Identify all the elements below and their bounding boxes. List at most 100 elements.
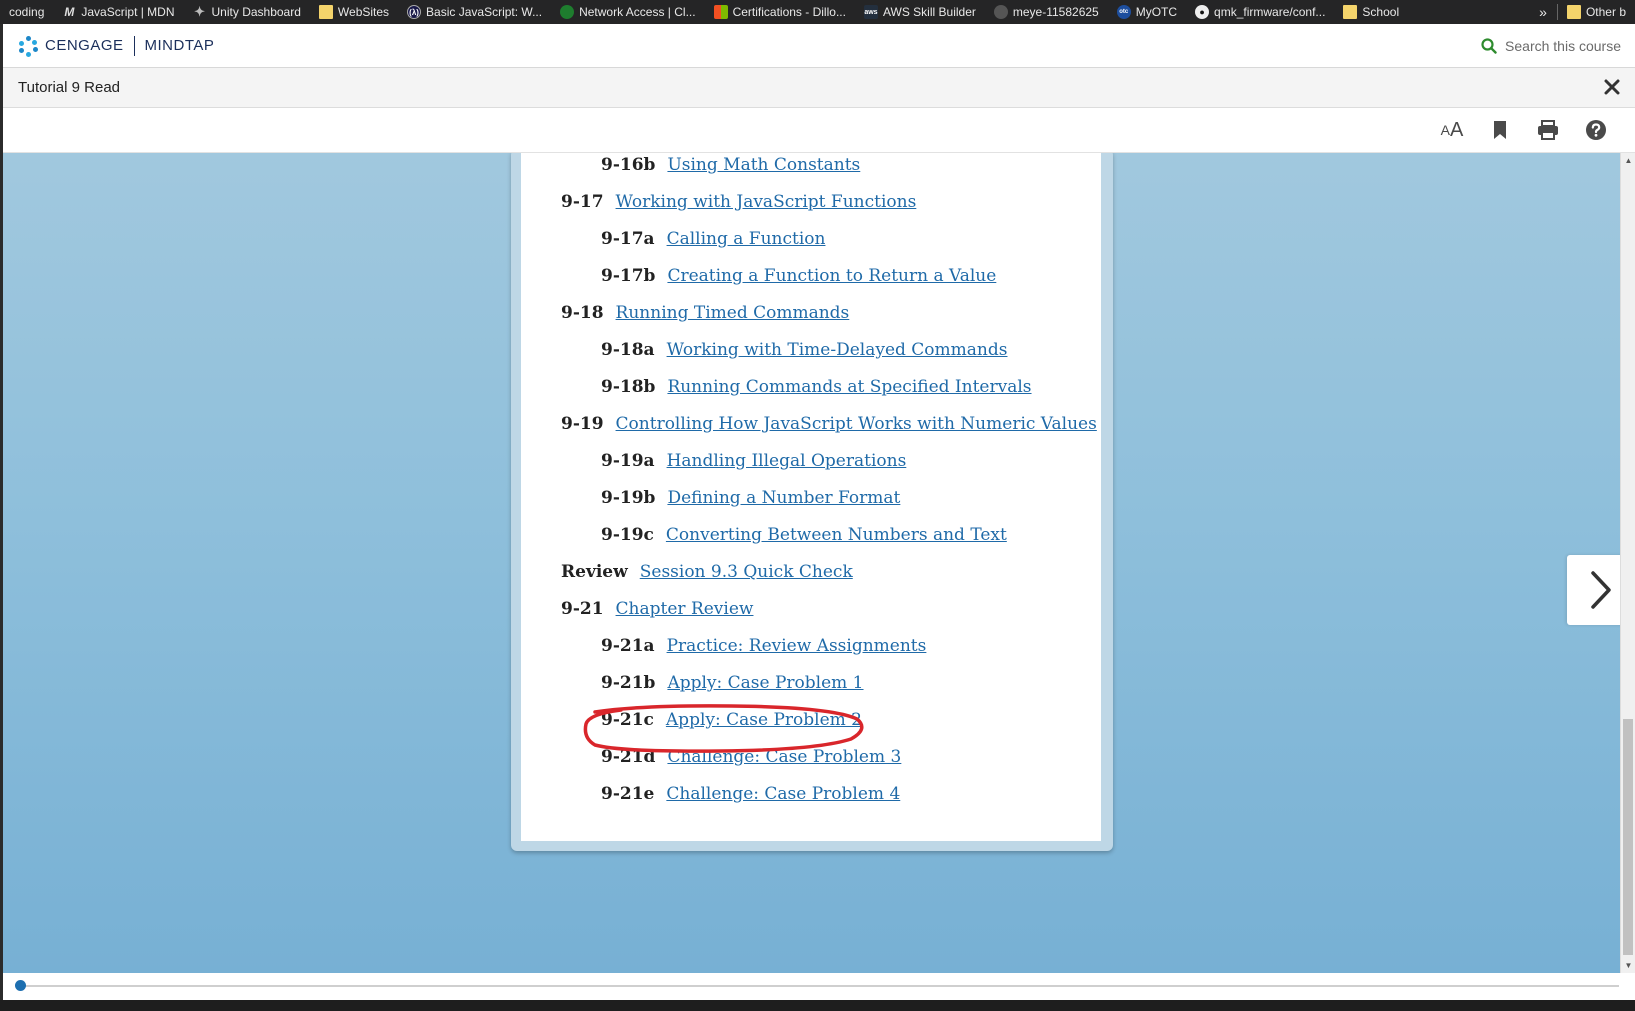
toc-entry: 9-17 Working with JavaScript Functions xyxy=(561,192,916,212)
toc-entry: 9-21b Apply: Case Problem 1 xyxy=(601,673,864,693)
activity-title: Tutorial 9 Read xyxy=(18,79,120,96)
toc-link[interactable]: Practice: Review Assignments xyxy=(667,636,927,656)
toc-number: 9-17 xyxy=(561,192,604,212)
toc-number: 9-19 xyxy=(561,414,604,434)
scroll-up-arrow-icon[interactable]: ▲ xyxy=(1621,153,1635,168)
toc-number: 9-21d xyxy=(601,747,656,767)
close-icon xyxy=(1604,79,1620,94)
progress-handle[interactable] xyxy=(15,980,26,991)
brand[interactable]: CENGAGE MINDTAP xyxy=(17,35,214,57)
folder-icon xyxy=(318,5,333,19)
toc-link[interactable]: Defining a Number Format xyxy=(667,488,900,508)
toc-number: 9-21b xyxy=(601,673,656,693)
toc-link[interactable]: Working with Time-Delayed Commands xyxy=(667,340,1008,360)
bookmark-label: Network Access | Cl... xyxy=(579,5,696,19)
help-icon xyxy=(1586,120,1606,140)
aws-icon: aws xyxy=(863,5,878,19)
app-header: CENGAGE MINDTAP Search this course xyxy=(3,24,1635,68)
brand-name: CENGAGE xyxy=(45,37,124,54)
toc-entry: 9-21d Challenge: Case Problem 3 xyxy=(601,747,901,767)
mdn-icon: M xyxy=(64,5,75,19)
bookmarks-more-button[interactable]: » xyxy=(1529,4,1557,20)
scroll-down-arrow-icon[interactable]: ▼ xyxy=(1621,958,1635,973)
toc-number: 9-21e xyxy=(601,784,655,804)
page-content: 9-16b Using Math Constants 9-17 Working wi… xyxy=(521,153,1101,841)
toc-number: 9-21 xyxy=(561,599,604,619)
bookmark-qmk[interactable]: ● qmk_firmware/conf... xyxy=(1186,0,1334,24)
toc-link[interactable]: Apply: Case Problem 1 xyxy=(667,673,863,693)
chevron-right-icon xyxy=(1591,571,1611,609)
bookmark-certifications[interactable]: Certifications - Dillo... xyxy=(705,0,855,24)
bookmark-network-access[interactable]: Network Access | Cl... xyxy=(551,0,704,24)
toc-link[interactable]: Calling a Function xyxy=(667,229,826,249)
toc-number: 9-18 xyxy=(561,303,604,323)
print-button[interactable] xyxy=(1535,117,1561,143)
text-size-button[interactable]: AA xyxy=(1439,117,1465,143)
github-icon: ● xyxy=(1195,5,1210,19)
toc-link[interactable]: Running Commands at Specified Intervals xyxy=(667,377,1031,397)
search-icon xyxy=(1481,37,1497,54)
user-icon xyxy=(993,5,1008,19)
bookmarks-bar: coding M JavaScript | MDN ✦ Unity Dashboar… xyxy=(0,0,1635,24)
page-card: 9-16b Using Math Constants 9-17 Working wi… xyxy=(511,153,1113,851)
toc-link[interactable]: Challenge: Case Problem 4 xyxy=(666,784,900,804)
toc-entry: 9-18 Running Timed Commands xyxy=(561,303,849,323)
toc-number: 9-17b xyxy=(601,266,656,286)
toc-link[interactable]: Working with JavaScript Functions xyxy=(616,192,917,212)
toc-number: 9-17a xyxy=(601,229,655,249)
bookmark-button[interactable] xyxy=(1487,117,1513,143)
toc-entry: 9-18a Working with Time-Delayed Commands xyxy=(601,340,1007,360)
toc-link[interactable]: Creating a Function to Return a Value xyxy=(667,266,996,286)
bookmark-label: Basic JavaScript: W... xyxy=(426,5,543,19)
bookmark-myotc[interactable]: otc MyOTC xyxy=(1108,0,1186,24)
toc-number: 9-19a xyxy=(601,451,655,471)
activity-title-bar: Tutorial 9 Read xyxy=(3,68,1635,108)
progress-track xyxy=(19,985,1619,987)
toc-number: 9-21a xyxy=(601,636,655,656)
scrollbar-thumb[interactable] xyxy=(1623,719,1633,955)
vertical-scrollbar[interactable]: ▲ ▼ xyxy=(1620,153,1635,973)
bookmark-label: JavaScript | MDN xyxy=(81,5,175,19)
toc-link[interactable]: Session 9.3 Quick Check xyxy=(640,562,853,582)
otc-icon: otc xyxy=(1116,5,1131,19)
bookmark-label: qmk_firmware/conf... xyxy=(1214,5,1326,19)
toc-entry: 9-17a Calling a Function xyxy=(601,229,825,249)
bookmark-school[interactable]: School xyxy=(1334,0,1408,24)
toc-link[interactable]: Challenge: Case Problem 3 xyxy=(667,747,901,767)
toc-entry: 9-19b Defining a Number Format xyxy=(601,488,900,508)
toc-link[interactable]: Apply: Case Problem 2 xyxy=(666,710,862,730)
course-search[interactable]: Search this course xyxy=(1481,38,1621,54)
toc-link[interactable]: Chapter Review xyxy=(616,599,754,619)
toc-link[interactable]: Handling Illegal Operations xyxy=(667,451,907,471)
bookmark-unity[interactable]: ✦ Unity Dashboard xyxy=(184,0,310,24)
bookmark-basic-javascript[interactable]: (λ) Basic JavaScript: W... xyxy=(398,0,551,24)
toc-entry: 9-21e Challenge: Case Problem 4 xyxy=(601,784,900,804)
bookmark-label: AWS Skill Builder xyxy=(882,5,976,19)
help-button[interactable] xyxy=(1583,117,1609,143)
text-size-small-glyph: A xyxy=(1440,122,1450,138)
toc-link[interactable]: Converting Between Numbers and Text xyxy=(666,525,1007,545)
product-name: MINDTAP xyxy=(144,37,215,54)
cengage-logo-icon xyxy=(17,35,39,57)
toc-entry: 9-16b Using Math Constants xyxy=(601,155,860,175)
close-button[interactable] xyxy=(1604,77,1620,99)
bookmark-coding[interactable]: coding xyxy=(0,0,53,24)
folder-icon xyxy=(1343,5,1358,19)
bookmark-other[interactable]: Other b xyxy=(1558,0,1635,24)
bookmark-websites[interactable]: WebSites xyxy=(310,0,398,24)
toc-link[interactable]: Using Math Constants xyxy=(667,155,860,175)
toc-link[interactable]: Running Timed Commands xyxy=(616,303,850,323)
search-input[interactable]: Search this course xyxy=(1505,38,1621,54)
bookmark-label: WebSites xyxy=(337,5,390,19)
reader-toolbar: AA xyxy=(3,108,1635,153)
toc-number: 9-18b xyxy=(601,377,656,397)
bookmark-mdn[interactable]: M JavaScript | MDN xyxy=(53,0,183,24)
bookmark-label: School xyxy=(1362,5,1400,19)
toc-entry: 9-21 Chapter Review xyxy=(561,599,753,619)
bookmark-meye[interactable]: meye-11582625 xyxy=(985,0,1108,24)
bookmark-aws[interactable]: aws AWS Skill Builder xyxy=(855,0,985,24)
toc-number: 9-16b xyxy=(601,155,656,175)
toc-link[interactable]: Controlling How JavaScript Works with Nu… xyxy=(616,414,1097,434)
bookmark-label: MyOTC xyxy=(1135,5,1178,19)
network-icon xyxy=(560,5,575,19)
